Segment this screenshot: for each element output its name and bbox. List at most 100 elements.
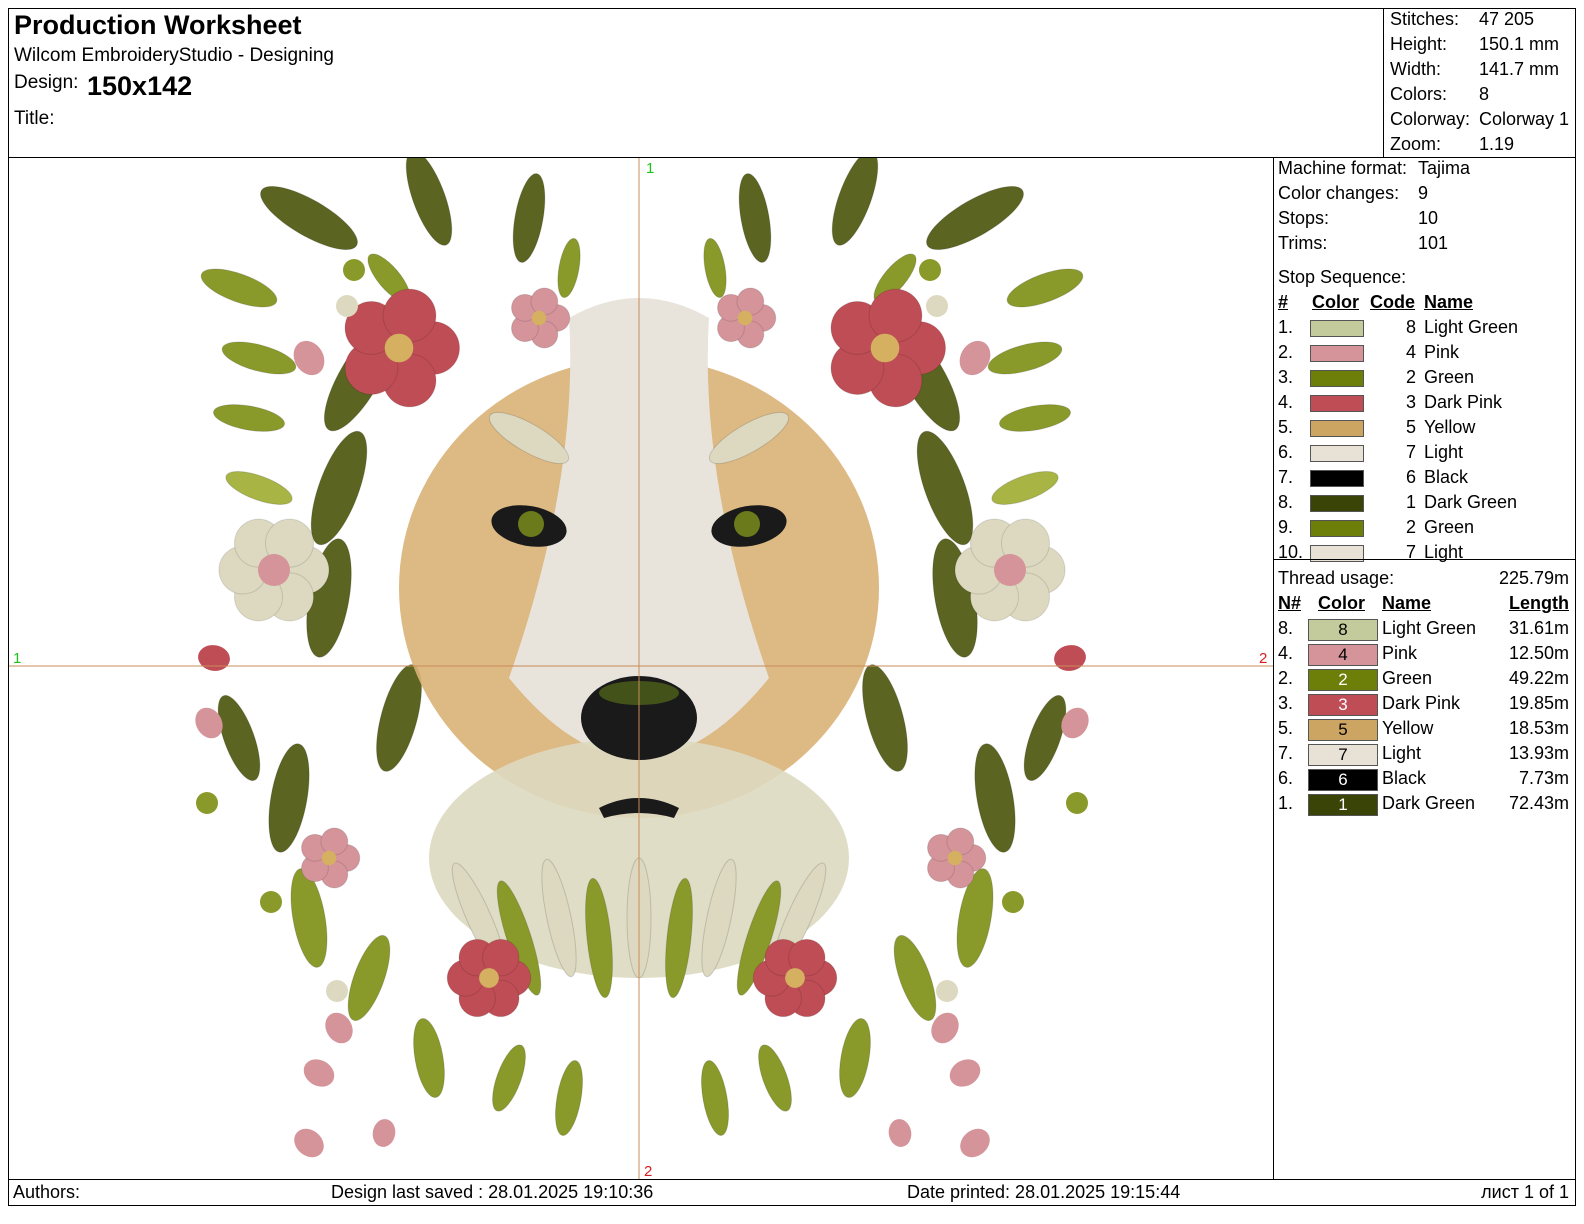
stop-num: 1. — [1278, 317, 1294, 337]
design-preview: 1 1 2 2 — [8, 158, 1274, 1180]
stop-code: 7 — [1405, 442, 1416, 462]
thread-row: 2. 2 Green 49.22m — [1274, 668, 1575, 693]
embroidery-design-image: 1 1 2 2 — [9, 158, 1273, 1180]
stop-row: 2. 4 Pink — [1274, 342, 1575, 367]
thread-row: 6. 6 Black 7.73m — [1274, 768, 1575, 793]
thread-color-swatch: 7 — [1308, 744, 1378, 766]
stop-code: 1 — [1405, 492, 1416, 512]
stop-num: 5. — [1278, 417, 1294, 437]
leaf-shape — [512, 173, 546, 263]
thread-color-name: Dark Pink — [1382, 693, 1461, 713]
stop-code: 2 — [1405, 367, 1416, 387]
leaf-shape — [758, 1044, 792, 1112]
stop-row: 6. 7 Light — [1274, 442, 1575, 467]
leaf-shape — [557, 237, 581, 299]
stop-header-code: Code — [1370, 292, 1415, 312]
machine-info-row: Color changes: 9 — [1278, 183, 1428, 204]
berry — [260, 891, 282, 913]
thread-length: 31.61m — [1508, 618, 1569, 638]
stop-code: 6 — [1405, 467, 1416, 487]
page-number: лист 1 of 1 — [1481, 1182, 1569, 1202]
marker-right: 2 — [1259, 650, 1267, 667]
thread-num: 2. — [1278, 668, 1294, 688]
leaf-shape — [926, 185, 1024, 251]
marker-top: 1 — [646, 160, 654, 177]
thread-color-swatch: 2 — [1308, 669, 1378, 691]
leaf-shape — [839, 1018, 871, 1098]
stat-label: Zoom: — [1390, 134, 1442, 154]
thread-header-name: Name — [1382, 593, 1432, 613]
stop-num: 9. — [1278, 517, 1294, 537]
thread-row: 5. 5 Yellow 18.53m — [1274, 718, 1575, 743]
leaf-shape — [974, 743, 1016, 853]
thread-color-swatch: 6 — [1308, 769, 1378, 791]
thread-length: 12.50m — [1508, 643, 1569, 663]
machine-info-row: Stops: 10 — [1278, 208, 1438, 229]
flower-bud — [198, 645, 230, 671]
thread-color-name: Dark Green — [1382, 793, 1476, 813]
thread-color-swatch: 3 — [1308, 694, 1378, 716]
leaf-shape — [831, 158, 879, 246]
thread-length: 49.22m — [1508, 668, 1569, 688]
thread-num: 4. — [1278, 643, 1294, 663]
stop-row: 7. 6 Black — [1274, 467, 1575, 492]
flower-bud — [294, 1128, 324, 1158]
stop-color-swatch — [1310, 445, 1364, 462]
thread-row: 1. 1 Dark Green 72.43m — [1274, 793, 1575, 818]
flower-bud — [960, 1128, 990, 1158]
stop-code: 4 — [1405, 342, 1416, 362]
stop-header-color: Color — [1312, 292, 1359, 312]
berry — [919, 259, 941, 281]
leaf-shape — [310, 430, 368, 546]
flower-petal — [946, 827, 975, 856]
thread-color-name: Green — [1382, 668, 1433, 688]
leaf-shape — [405, 158, 453, 246]
leaf-shape — [700, 1060, 730, 1136]
thread-color-name: Pink — [1382, 643, 1418, 663]
thread-color-name: Black — [1382, 768, 1427, 788]
stop-row: 8. 1 Dark Green — [1274, 492, 1575, 517]
stop-color-swatch — [1310, 420, 1364, 437]
leaf-shape — [260, 185, 358, 251]
stat-label: Stitches: — [1390, 9, 1460, 29]
stop-num: 6. — [1278, 442, 1294, 462]
stop-color-swatch — [1310, 345, 1364, 362]
berry — [926, 295, 948, 317]
leaf-shape — [1006, 268, 1084, 308]
stop-code: 3 — [1405, 392, 1416, 412]
berry — [343, 259, 365, 281]
stop-color-swatch — [1310, 395, 1364, 412]
design-stats: Stitches: 47 205 Height: 150.1 mm Width: 141.… — [1384, 8, 1576, 158]
stat-value: 1.19 — [1479, 134, 1515, 154]
leaf-shape — [703, 237, 727, 299]
stop-color-swatch — [1310, 370, 1364, 387]
stop-color-name: Dark Green — [1424, 492, 1518, 512]
leaf-shape — [991, 471, 1059, 505]
stop-header-name: Name — [1424, 292, 1474, 312]
stop-num: 2. — [1278, 342, 1294, 362]
stat-value: Colorway 1 — [1479, 109, 1570, 129]
thread-row: 8. 8 Light Green 31.61m — [1274, 618, 1575, 643]
leaf-shape — [916, 430, 974, 546]
stat-label: Width: — [1390, 59, 1442, 79]
stat-value: 150.1 mm — [1479, 34, 1560, 54]
leaf-shape — [998, 404, 1072, 432]
stop-color-name: Pink — [1424, 342, 1460, 362]
leaf-shape — [221, 341, 297, 375]
thread-num: 1. — [1278, 793, 1294, 813]
thread-num: 8. — [1278, 618, 1294, 638]
stop-num: 3. — [1278, 367, 1294, 387]
leaf-shape — [893, 934, 937, 1022]
stop-row: 4. 3 Dark Pink — [1274, 392, 1575, 417]
stop-color-name: Green — [1424, 367, 1475, 387]
footer: Authors: Design last saved : 28.01.2025 … — [8, 1180, 1576, 1206]
stop-color-swatch — [1310, 495, 1364, 512]
title-label: Title: — [14, 108, 55, 129]
machine-info-row: Machine format: Tajima — [1278, 158, 1470, 179]
stop-color-name: Yellow — [1424, 417, 1476, 437]
marker-bottom: 2 — [644, 1163, 652, 1180]
leaf-shape — [200, 268, 278, 308]
stop-color-name: Light Green — [1424, 317, 1519, 337]
thread-length: 7.73m — [1518, 768, 1569, 788]
thread-length: 72.43m — [1508, 793, 1569, 813]
